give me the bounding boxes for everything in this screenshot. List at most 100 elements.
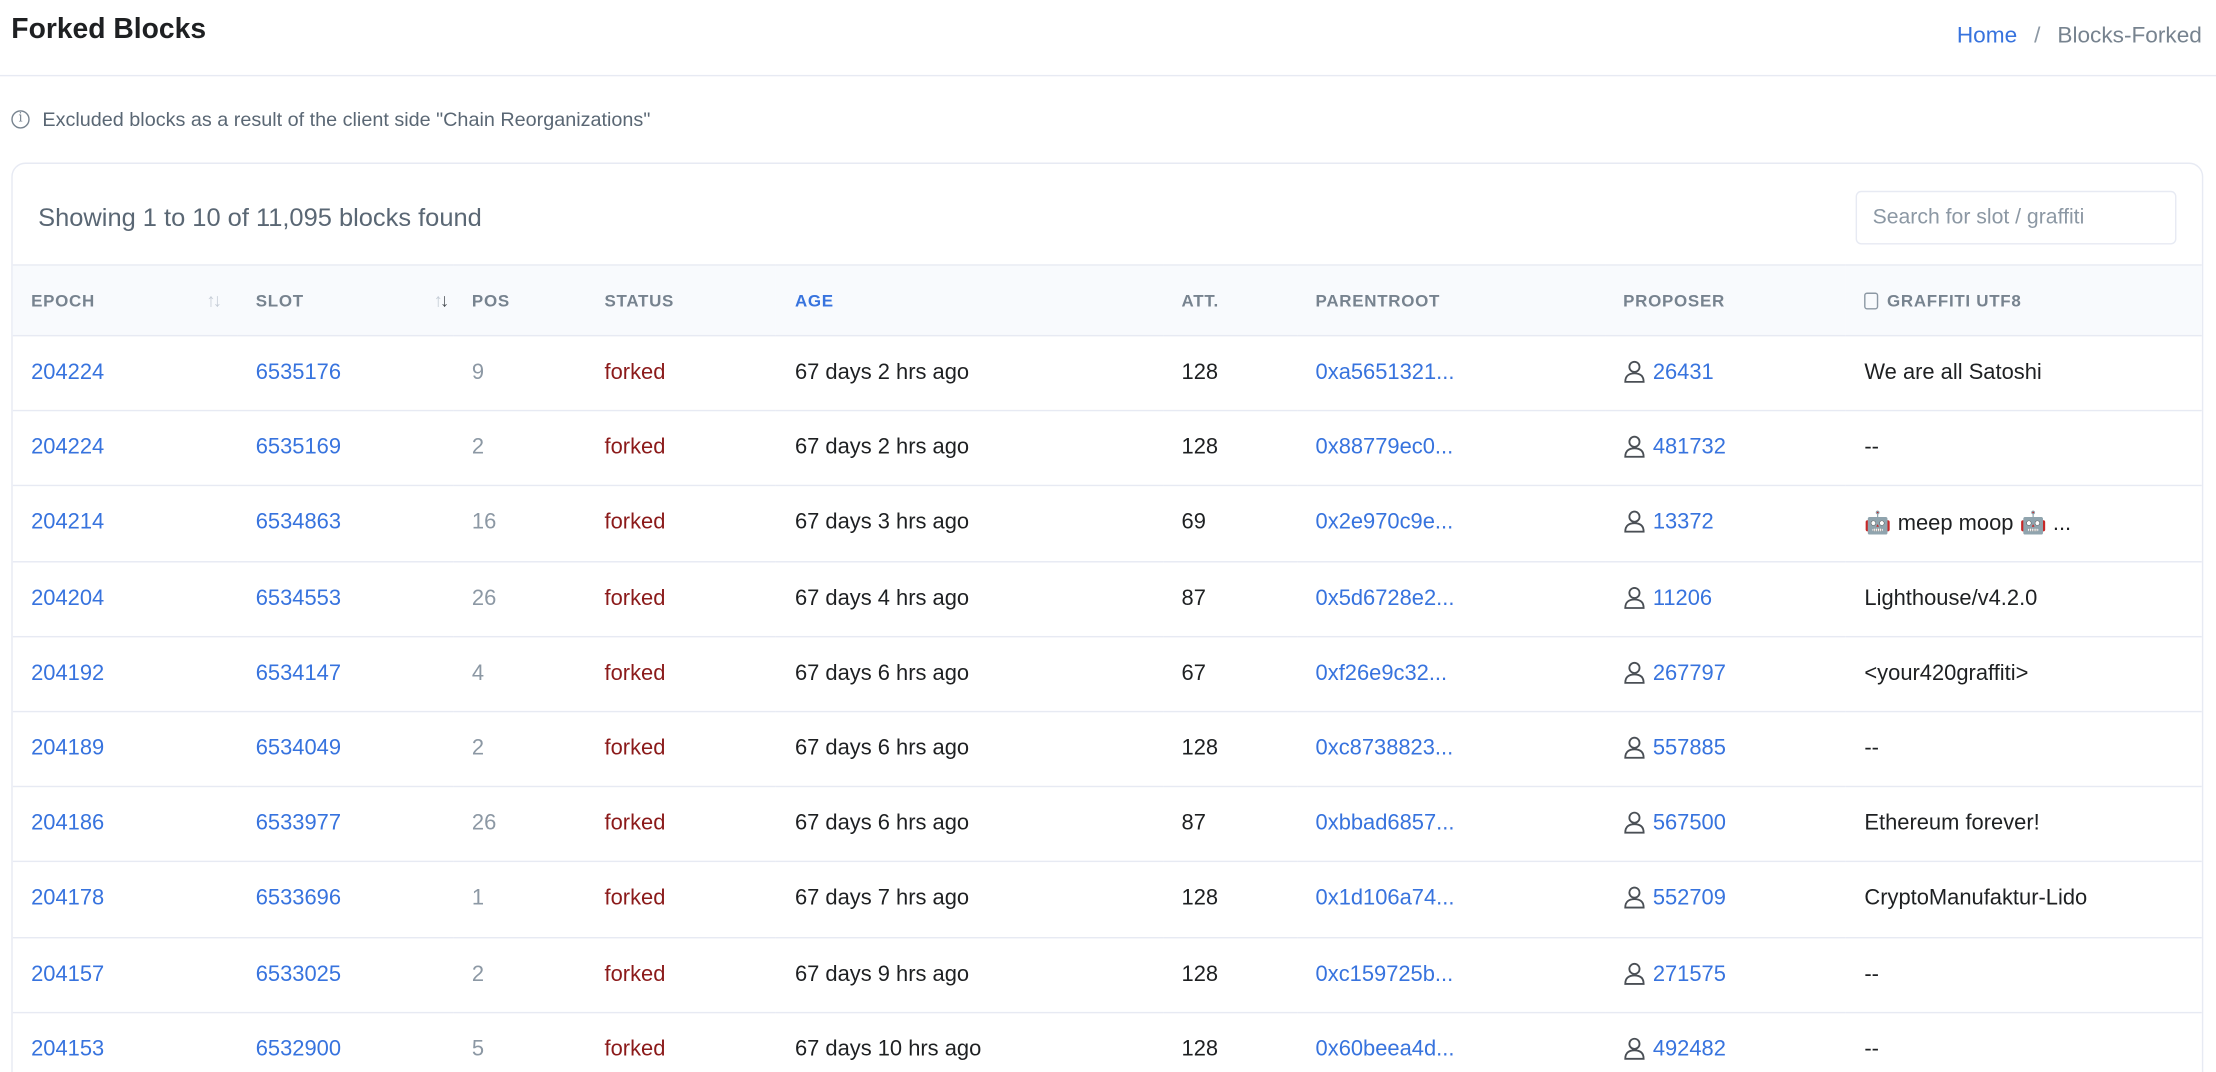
slot-link[interactable]: 6535176	[237, 336, 453, 411]
age-value: 67 days 6 hrs ago	[794, 736, 970, 761]
age-value: 67 days 2 hrs ago	[794, 435, 970, 460]
proposer-cell: 271575	[1605, 937, 1846, 1012]
status-value: forked	[604, 510, 666, 535]
proposer-link[interactable]: 13372	[1653, 511, 1714, 535]
user-icon	[1623, 736, 1644, 759]
slot-link[interactable]: 6534049	[237, 711, 453, 786]
parentroot-link[interactable]: 0x88779ec0...	[1297, 411, 1605, 486]
age-value: 67 days 6 hrs ago	[794, 811, 970, 836]
slot-link[interactable]: 6533696	[237, 862, 453, 937]
parentroot-link[interactable]: 0xbbad6857...	[1297, 787, 1605, 862]
parentroot-link[interactable]: 0xa5651321...	[1297, 336, 1605, 411]
slot-link[interactable]: 6534553	[237, 561, 453, 636]
graffiti-value: 🤖 meep moop 🤖 ...	[1864, 511, 2072, 536]
slot-link[interactable]: 6532900	[237, 1012, 453, 1072]
parentroot-link[interactable]: 0x1d106a74...	[1297, 862, 1605, 937]
table-row: 204186 6533977 26 forked 67 days 6 hrs a…	[12, 787, 2202, 862]
epoch-link[interactable]: 204178	[13, 862, 238, 937]
user-icon	[1623, 661, 1644, 684]
pos-value: 2	[471, 736, 485, 761]
user-icon	[1623, 361, 1644, 383]
column-header-slot[interactable]: SLOT ↑↓	[237, 265, 453, 336]
results-summary: Showing 1 to 10 of 11,095 blocks found	[38, 203, 482, 232]
slot-link[interactable]: 6534147	[237, 636, 453, 711]
epoch-link[interactable]: 204214	[13, 486, 238, 561]
proposer-link[interactable]: 267797	[1653, 661, 1726, 685]
breadcrumb-separator: /	[2034, 23, 2041, 48]
epoch-link[interactable]: 204186	[13, 787, 238, 862]
sort-arrows-icon[interactable]: ↑↓	[206, 290, 222, 311]
user-icon	[1623, 511, 1644, 534]
proposer-link[interactable]: 11206	[1653, 586, 1712, 610]
age-value: 67 days 4 hrs ago	[794, 586, 970, 611]
proposer-link[interactable]: 552709	[1653, 887, 1726, 911]
column-header-epoch[interactable]: EPOCH ↑↓	[13, 265, 238, 336]
proposer-link[interactable]: 567500	[1653, 812, 1726, 836]
graffiti-value: --	[1864, 1037, 1879, 1062]
blocks-card: Showing 1 to 10 of 11,095 blocks found E…	[11, 162, 2204, 1072]
table-row: 204204 6534553 26 forked 67 days 4 hrs a…	[12, 561, 2202, 637]
epoch-link[interactable]: 204157	[13, 937, 238, 1012]
age-value: 67 days 9 hrs ago	[794, 961, 970, 986]
lock-icon	[1864, 291, 1879, 309]
slot-link[interactable]: 6534863	[237, 486, 453, 561]
epoch-link[interactable]: 204153	[13, 1012, 238, 1072]
slot-link[interactable]: 6533025	[237, 937, 453, 1012]
proposer-cell: 11206	[1605, 561, 1846, 636]
parentroot-link[interactable]: 0x5d6728e2...	[1297, 561, 1605, 636]
table-row: 204189 6534049 2 forked 67 days 6 hrs ag…	[12, 711, 2202, 787]
pos-value: 26	[471, 586, 497, 611]
user-icon	[1623, 962, 1644, 985]
pos-value: 26	[471, 811, 497, 836]
table-row: 204214 6534863 16 forked 67 days 3 hrs a…	[12, 486, 2202, 562]
att-value: 87	[1181, 586, 1206, 611]
info-text: Excluded blocks as a result of the clien…	[42, 107, 651, 131]
proposer-cell: 26431	[1605, 336, 1846, 411]
table-row: 204224 6535176 9 forked 67 days 2 hrs ag…	[12, 336, 2202, 411]
proposer-link[interactable]: 271575	[1653, 962, 1726, 986]
breadcrumb-home-link[interactable]: Home	[1957, 23, 2017, 48]
table-row: 204192 6534147 4 forked 67 days 6 hrs ag…	[12, 636, 2202, 712]
user-icon	[1623, 1037, 1644, 1060]
age-value: 67 days 7 hrs ago	[794, 886, 970, 911]
user-icon	[1623, 812, 1644, 834]
sort-desc-icon[interactable]: ↑↓	[434, 290, 449, 311]
proposer-link[interactable]: 481732	[1653, 436, 1726, 460]
parentroot-link[interactable]: 0xf26e9c32...	[1297, 636, 1605, 711]
parentroot-link[interactable]: 0xc159725b...	[1297, 937, 1605, 1012]
column-header-age[interactable]: AGE	[777, 265, 1164, 336]
proposer-link[interactable]: 492482	[1653, 1037, 1726, 1061]
epoch-link[interactable]: 204224	[13, 336, 238, 411]
proposer-link[interactable]: 557885	[1653, 736, 1726, 760]
status-value: forked	[604, 811, 666, 836]
pos-value: 9	[471, 360, 485, 385]
pos-value: 1	[471, 886, 485, 911]
proposer-cell: 481732	[1605, 411, 1846, 486]
search-input[interactable]	[1855, 190, 2177, 244]
slot-link[interactable]: 6535169	[237, 411, 453, 486]
epoch-link[interactable]: 204224	[13, 411, 238, 486]
age-value: 67 days 6 hrs ago	[794, 661, 970, 686]
graffiti-value: We are all Satoshi	[1864, 360, 2042, 385]
column-header-parentroot: PARENTROOT	[1315, 290, 1441, 311]
status-value: forked	[604, 1037, 666, 1062]
graffiti-value: CryptoManufaktur-Lido	[1864, 886, 2088, 911]
graffiti-value: Lighthouse/v4.2.0	[1864, 586, 2038, 611]
user-icon	[1623, 887, 1644, 910]
parentroot-link[interactable]: 0x2e970c9e...	[1297, 486, 1605, 561]
slot-link[interactable]: 6533977	[237, 787, 453, 862]
graffiti-value: --	[1864, 961, 1879, 986]
proposer-link[interactable]: 26431	[1653, 361, 1714, 385]
card-toolbar: Showing 1 to 10 of 11,095 blocks found	[13, 164, 2202, 264]
table-row: 204153 6532900 5 forked 67 days 10 hrs a…	[13, 1012, 2202, 1072]
breadcrumb-current: Blocks-Forked	[2057, 23, 2202, 48]
pos-value: 16	[471, 510, 497, 535]
parentroot-link[interactable]: 0x60beea4d...	[1297, 1012, 1605, 1072]
graffiti-value: --	[1864, 435, 1879, 460]
epoch-link[interactable]: 204192	[13, 636, 238, 711]
column-header-proposer: PROPOSER	[1623, 290, 1725, 311]
att-value: 67	[1181, 661, 1206, 686]
epoch-link[interactable]: 204204	[13, 561, 238, 636]
parentroot-link[interactable]: 0xc8738823...	[1297, 711, 1605, 786]
epoch-link[interactable]: 204189	[13, 711, 238, 786]
